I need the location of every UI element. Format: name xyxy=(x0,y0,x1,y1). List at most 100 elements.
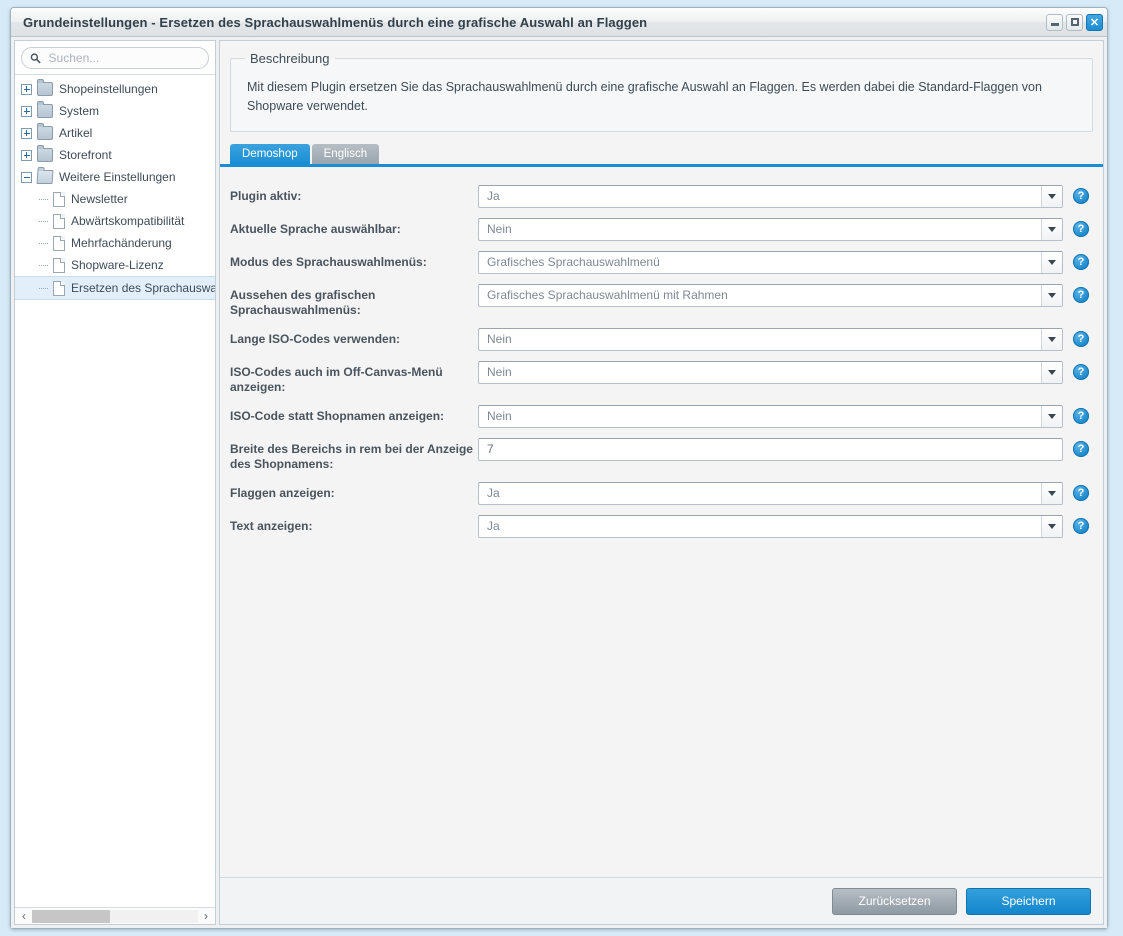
tree-connector xyxy=(37,283,48,294)
tree-item[interactable]: Weitere Einstellungen xyxy=(15,166,215,188)
expand-icon[interactable] xyxy=(21,105,32,117)
select-input[interactable]: Ja xyxy=(478,514,1063,538)
tree-item[interactable]: Shopeinstellungen xyxy=(15,78,215,100)
expand-icon[interactable] xyxy=(21,149,32,161)
select-input[interactable]: Nein xyxy=(478,327,1063,351)
sidebar: Shopeinstellungen System Artikel Storefront… xyxy=(14,40,216,925)
dropdown-trigger[interactable] xyxy=(1041,218,1062,240)
chevron-down-icon xyxy=(1048,259,1056,265)
scrollbar-track[interactable] xyxy=(32,909,198,923)
tree-item[interactable]: System xyxy=(15,100,215,122)
dropdown-trigger[interactable] xyxy=(1041,185,1062,207)
select-input[interactable]: Nein xyxy=(478,404,1063,428)
tab-englisch[interactable]: Englisch xyxy=(311,143,380,164)
form-row: ISO-Codes auch im Off-Canvas-Menü anzeig… xyxy=(220,360,1103,395)
help-icon[interactable]: ? xyxy=(1073,287,1089,304)
tree-item[interactable]: Ersetzen des Sprachauswahlm xyxy=(15,276,215,300)
help-icon[interactable]: ? xyxy=(1073,408,1089,425)
field-control: Grafisches Sprachauswahlmenü mit Rahmen? xyxy=(478,283,1089,307)
select-input[interactable]: Grafisches Sprachauswahlmenü xyxy=(478,250,1063,274)
field-label: Aussehen des grafischen Sprachauswahlmen… xyxy=(230,287,376,317)
select-input[interactable]: Nein xyxy=(478,217,1063,241)
tree-item-label: Newsletter xyxy=(71,192,128,206)
help-icon[interactable]: ? xyxy=(1073,331,1089,348)
description-text: Mit diesem Plugin ersetzen Sie das Sprac… xyxy=(247,80,1042,114)
tree-item[interactable]: Mehrfachänderung xyxy=(15,232,215,254)
dropdown-trigger[interactable] xyxy=(1041,251,1062,273)
field-value: 7 xyxy=(487,442,494,457)
file-icon xyxy=(53,280,65,296)
help-icon[interactable]: ? xyxy=(1073,188,1089,205)
field-value: Nein xyxy=(487,222,512,237)
field-label: ISO-Codes auch im Off-Canvas-Menü anzeig… xyxy=(230,364,443,394)
tree-item-label: Abwärtskompatibilität xyxy=(71,214,185,228)
help-icon[interactable]: ? xyxy=(1073,518,1089,535)
help-icon[interactable]: ? xyxy=(1073,485,1089,502)
search-box[interactable] xyxy=(21,47,209,69)
chevron-down-icon xyxy=(1048,413,1056,419)
reset-button[interactable]: Zurücksetzen xyxy=(832,887,957,915)
help-icon[interactable]: ? xyxy=(1073,364,1089,381)
field-value: Grafisches Sprachauswahlmenü mit Rahmen xyxy=(487,288,728,303)
collapse-icon[interactable] xyxy=(21,171,32,183)
field-label: Plugin aktiv: xyxy=(230,188,302,203)
select-input[interactable]: Nein xyxy=(478,360,1063,384)
form-footer: Zurücksetzen Speichern xyxy=(220,877,1103,924)
tree-item[interactable]: Abwärtskompatibilität xyxy=(15,210,215,232)
file-icon xyxy=(53,213,65,229)
dropdown-trigger[interactable] xyxy=(1041,328,1062,350)
shop-tabs: Demoshop Englisch xyxy=(220,143,1103,167)
tab-demoshop[interactable]: Demoshop xyxy=(230,143,310,164)
sidebar-horizontal-scrollbar[interactable]: ‹ › xyxy=(15,907,215,924)
dropdown-trigger[interactable] xyxy=(1041,361,1062,383)
field-label: Flaggen anzeigen: xyxy=(230,485,335,500)
description-legend: Beschreibung xyxy=(250,51,330,66)
minimize-button[interactable] xyxy=(1046,13,1063,31)
field-value: Nein xyxy=(487,365,512,380)
dropdown-trigger[interactable] xyxy=(1041,482,1062,504)
tree-item-label: System xyxy=(59,104,100,118)
file-icon xyxy=(53,235,65,251)
select-input[interactable]: Grafisches Sprachauswahlmenü mit Rahmen xyxy=(478,283,1063,307)
select-input[interactable]: Ja xyxy=(478,481,1063,505)
scroll-right-arrow-icon[interactable]: › xyxy=(200,910,212,922)
scroll-left-arrow-icon[interactable]: ‹ xyxy=(18,910,30,922)
form-row: Modus des Sprachauswahlmenüs: Grafisches … xyxy=(220,250,1103,274)
text-input[interactable]: 7 xyxy=(478,437,1063,461)
help-icon[interactable]: ? xyxy=(1073,254,1089,271)
settings-window: Grundeinstellungen - Ersetzen des Sprach… xyxy=(10,7,1108,929)
dropdown-trigger[interactable] xyxy=(1041,284,1062,306)
tree-item[interactable]: Newsletter xyxy=(15,188,215,210)
select-input[interactable]: Ja xyxy=(478,184,1063,208)
field-control: Nein? xyxy=(478,404,1089,428)
dropdown-trigger[interactable] xyxy=(1041,405,1062,427)
expand-icon[interactable] xyxy=(21,83,32,95)
maximize-button[interactable] xyxy=(1066,13,1083,31)
dropdown-trigger[interactable] xyxy=(1041,515,1062,537)
tree-item[interactable]: Artikel xyxy=(15,122,215,144)
folder-open-icon xyxy=(36,170,54,184)
form-row: Breite des Bereichs in rem bei der Anzei… xyxy=(220,437,1103,472)
search-input[interactable] xyxy=(46,50,200,66)
field-label: Aktuelle Sprache auswählbar: xyxy=(230,221,401,236)
settings-form: Plugin aktiv: Ja? Aktuelle Sprache auswähl… xyxy=(220,166,1103,877)
tree-item-label: Ersetzen des Sprachauswahlm xyxy=(71,281,215,295)
expand-icon[interactable] xyxy=(21,127,32,139)
scrollbar-thumb[interactable] xyxy=(32,909,110,923)
settings-tree: Shopeinstellungen System Artikel Storefront… xyxy=(15,74,215,907)
close-button[interactable]: ✕ xyxy=(1086,13,1103,31)
window-title: Grundeinstellungen - Ersetzen des Sprach… xyxy=(23,14,648,30)
window-controls: ✕ xyxy=(1046,13,1103,31)
tree-item[interactable]: Shopware-Lizenz xyxy=(15,254,215,276)
form-row: Aussehen des grafischen Sprachauswahlmen… xyxy=(220,283,1103,318)
form-row: Aktuelle Sprache auswählbar: Nein? xyxy=(220,217,1103,241)
tree-item[interactable]: Storefront xyxy=(15,144,215,166)
help-icon[interactable]: ? xyxy=(1073,441,1089,458)
field-control: Ja? xyxy=(478,481,1089,505)
field-value: Grafisches Sprachauswahlmenü xyxy=(487,255,660,270)
help-icon[interactable]: ? xyxy=(1073,221,1089,238)
chevron-down-icon xyxy=(1048,226,1056,232)
description-area: Beschreibung Mit diesem Plugin ersetzen … xyxy=(220,41,1103,132)
save-button[interactable]: Speichern xyxy=(966,887,1091,915)
field-value: Ja xyxy=(487,189,500,204)
